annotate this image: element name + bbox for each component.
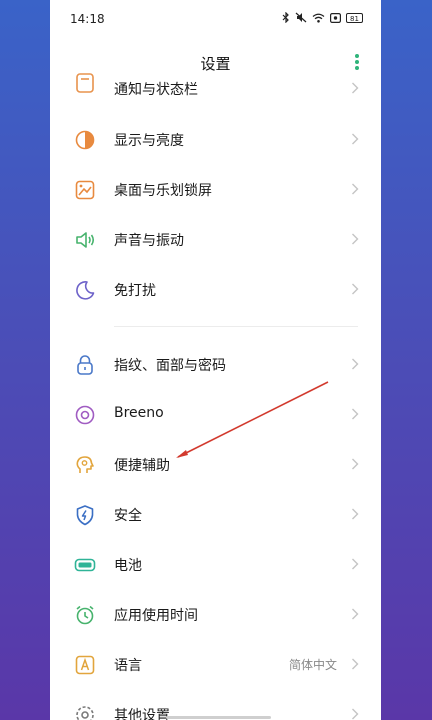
red-annotation-arrow	[176, 381, 329, 458]
phone-screen: 14:18 81 设置 通知与状态栏 显示与亮度 桌面与乐划锁屏 声音与振动 免…	[50, 0, 381, 720]
